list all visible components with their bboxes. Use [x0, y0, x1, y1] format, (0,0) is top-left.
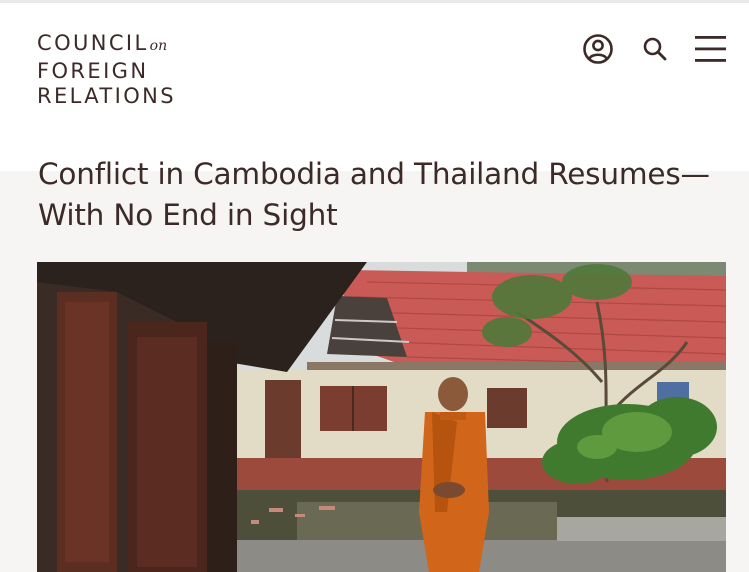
article-headline: Conflict in Cambodia and Thailand Resume…: [38, 154, 728, 236]
headline-line-1: Conflict in Cambodia and Thailand Resume…: [38, 157, 710, 191]
search-icon[interactable]: [638, 32, 672, 66]
cfr-logo[interactable]: COUNCILon FOREIGN RELATIONS: [37, 31, 176, 109]
logo-line-2: FOREIGN: [37, 59, 149, 83]
logo-on-text: on: [149, 38, 168, 54]
hero-photo-monk-at-damaged-school: [37, 262, 726, 572]
hero-image: [37, 262, 726, 572]
logo-line-1: COUNCILon: [37, 31, 168, 55]
logo-line-3: RELATIONS: [37, 84, 176, 108]
account-icon[interactable]: [581, 32, 615, 66]
site-header: COUNCILon FOREIGN RELATIONS: [0, 3, 749, 171]
page: COUNCILon FOREIGN RELATIONS Conflict in …: [0, 0, 749, 572]
menu-icon[interactable]: [693, 32, 727, 66]
headline-line-2: With No End in Sight: [38, 198, 338, 232]
